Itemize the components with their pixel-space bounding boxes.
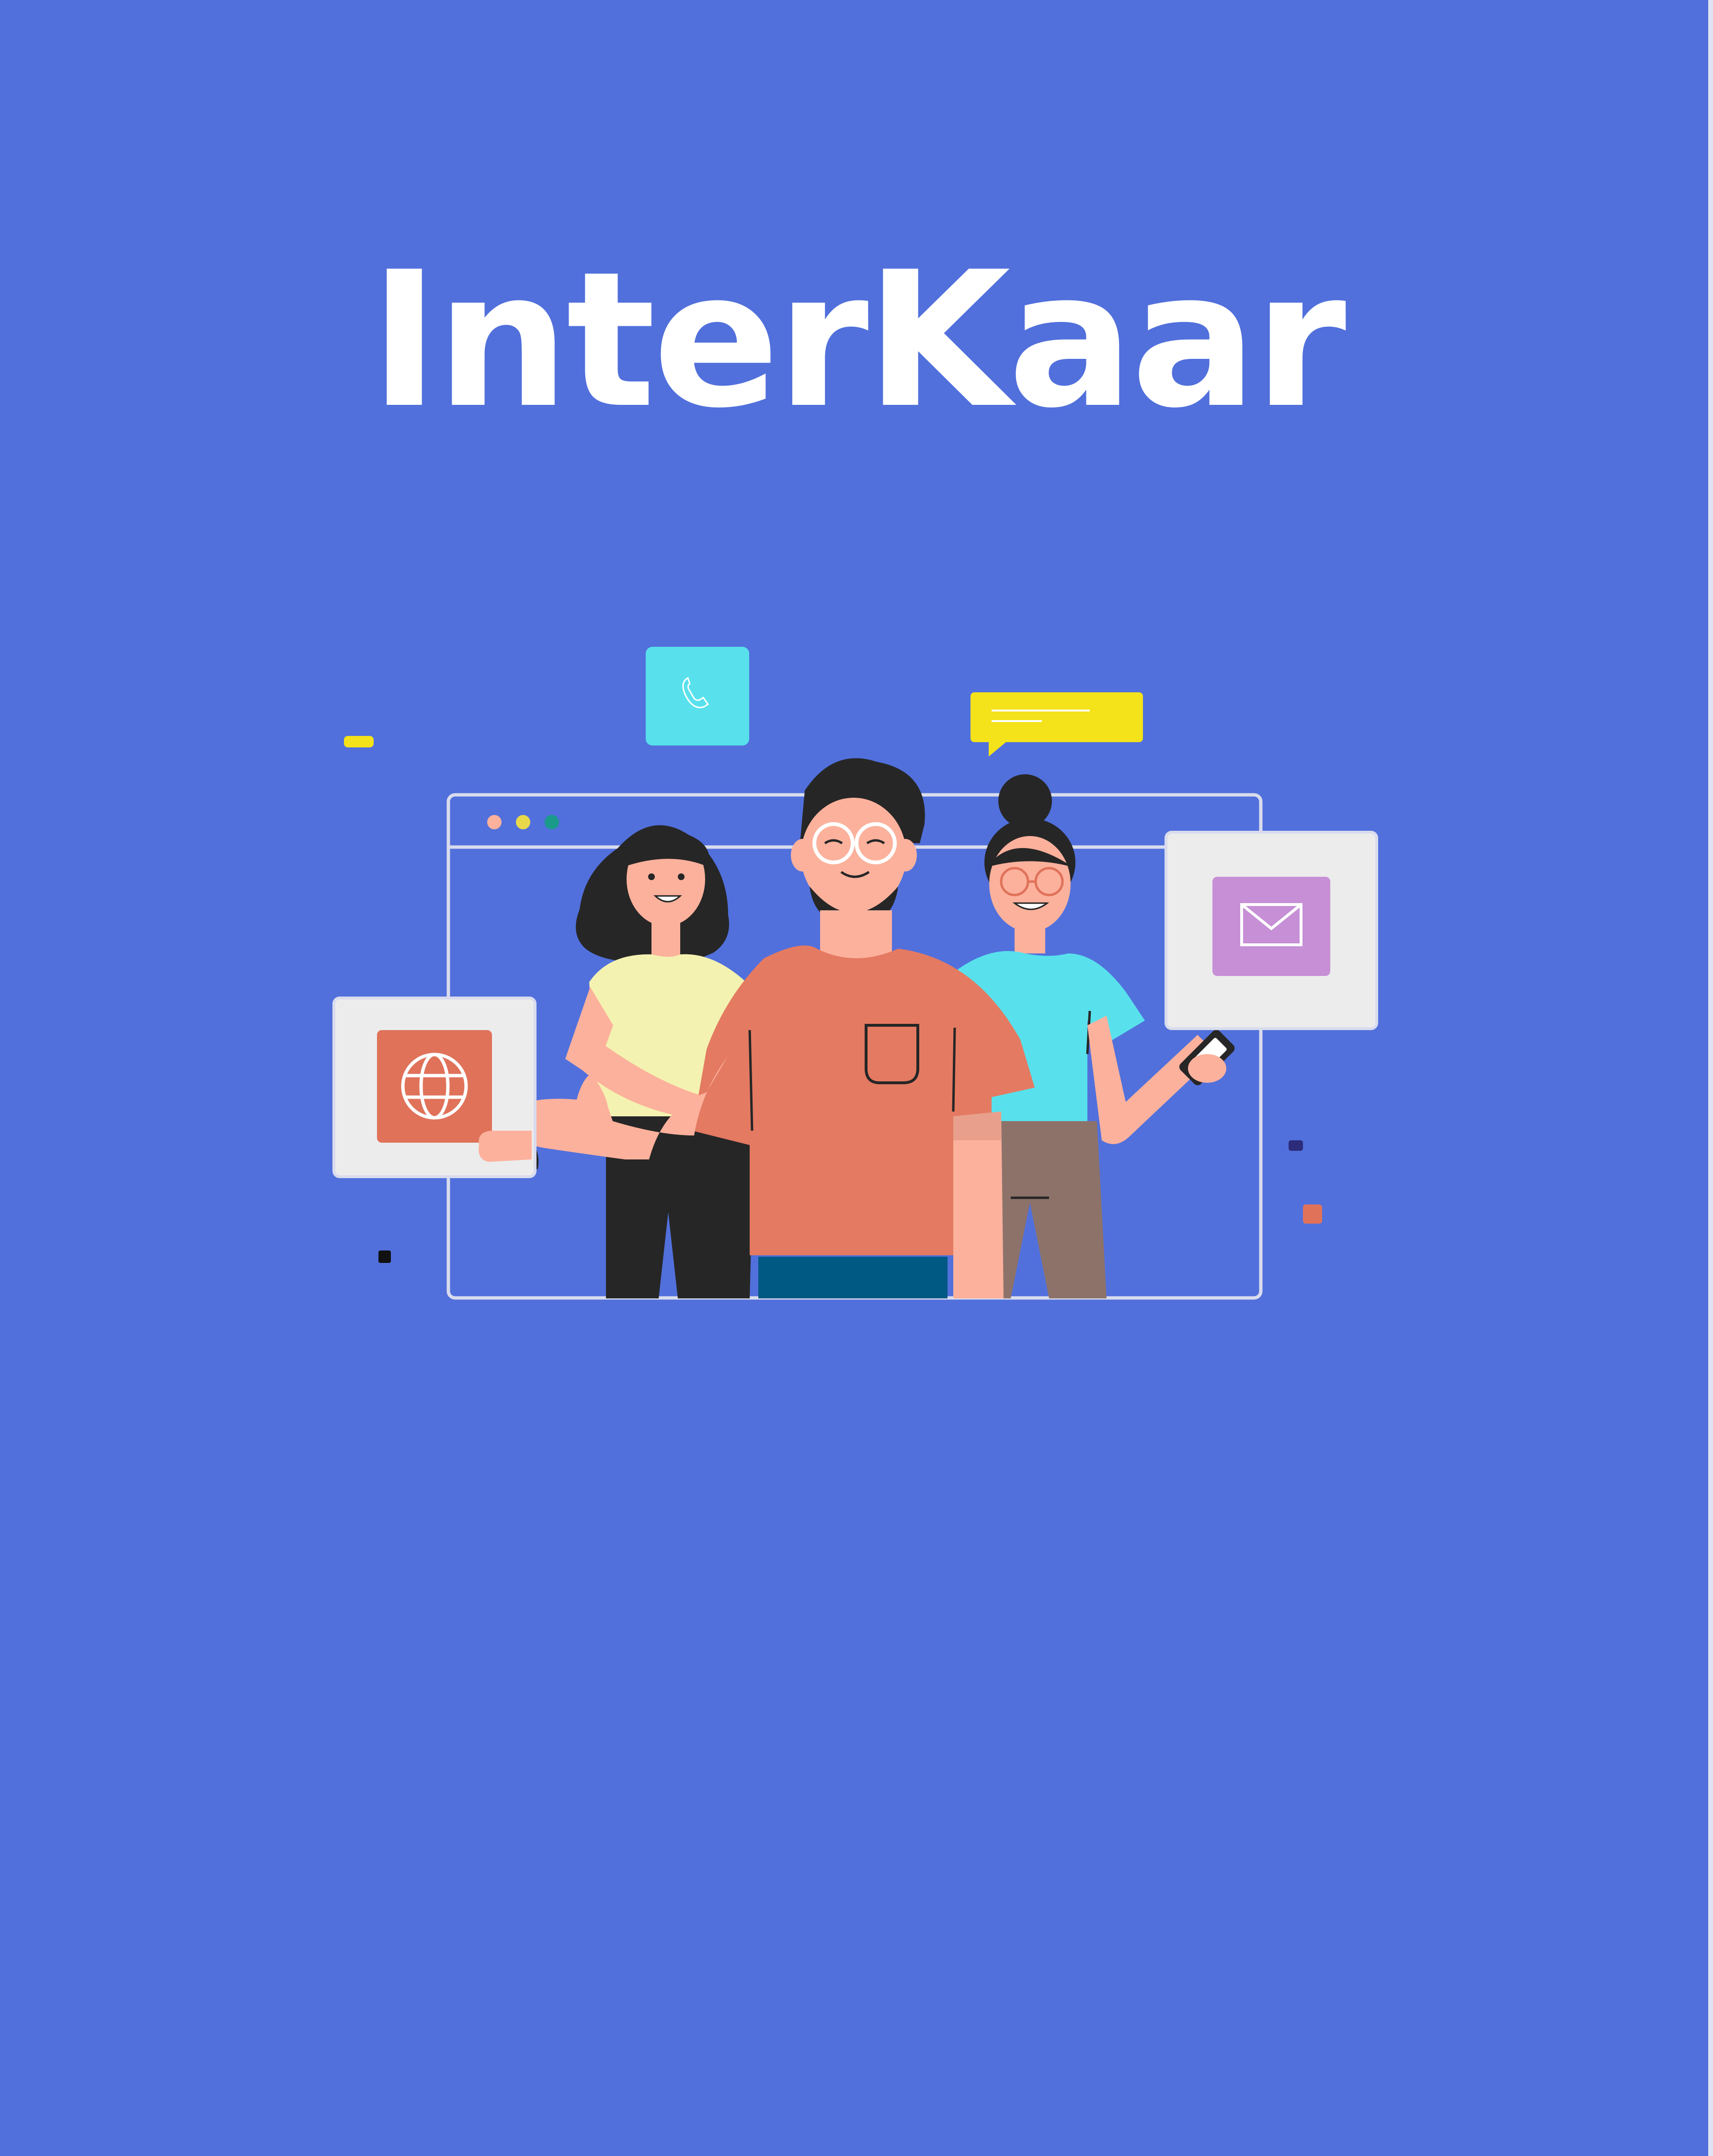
mail-card — [1165, 831, 1378, 1030]
confetti-black — [378, 1250, 391, 1263]
chat-bubble-icon — [971, 692, 1143, 757]
hero-illustration — [332, 647, 1378, 1300]
window-dot-teal — [545, 815, 559, 829]
phone-icon-tile — [646, 647, 749, 745]
globe-card — [332, 997, 537, 1178]
confetti-yellow — [344, 736, 374, 747]
right-edge-divider — [1708, 0, 1713, 2156]
confetti-navy — [1289, 1140, 1303, 1151]
confetti-orange — [1303, 1204, 1322, 1224]
welcome-screen: InterKaar — [0, 0, 1713, 2156]
window-dot-pink — [487, 815, 502, 829]
window-dot-yellow — [516, 815, 530, 829]
